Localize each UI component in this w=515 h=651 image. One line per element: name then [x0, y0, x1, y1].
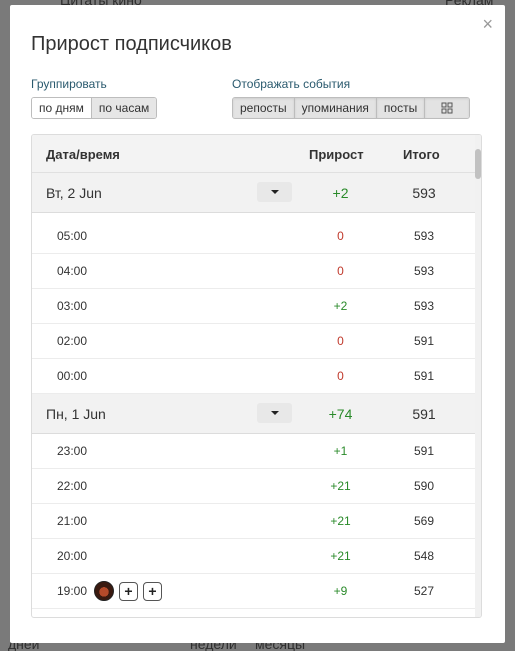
table-row: 21:00 +21 569 — [32, 504, 477, 539]
header-delta: Прирост — [309, 147, 364, 162]
mentions-button[interactable]: упоминания — [294, 98, 377, 118]
grid-icon — [441, 102, 453, 114]
row-total: 590 — [413, 479, 435, 493]
row-total: 548 — [413, 549, 435, 563]
day-total: 591 — [412, 405, 436, 422]
table-row: 02:00 0 591 — [32, 324, 477, 359]
expand-dropdown[interactable] — [257, 403, 292, 423]
close-icon[interactable]: × — [482, 15, 493, 33]
header-date: Дата/время — [46, 147, 120, 162]
row-total: 593 — [413, 229, 435, 243]
scrollbar-thumb[interactable] — [475, 149, 481, 179]
row-delta: 0 — [337, 264, 344, 278]
row-time: 20:00 — [57, 549, 88, 563]
group-by-day-button[interactable]: по дням — [32, 98, 92, 118]
row-total: 527 — [413, 584, 435, 598]
row-time: 19:00 — [57, 584, 88, 598]
table-body: Вт, 2 Jun +2 593 05:00 0 593 04:00 0 593… — [32, 173, 477, 609]
plus-icon[interactable]: + — [119, 581, 138, 601]
event-icons: + + — [94, 581, 162, 601]
row-delta: +21 — [330, 479, 351, 493]
events-toggle: репосты упоминания посты — [232, 97, 471, 119]
day-delta: +74 — [328, 405, 353, 422]
events-label: Отображать события — [232, 77, 351, 91]
subscriber-growth-modal: × Прирост подписчиков Группировать по дн… — [10, 5, 505, 643]
row-delta: 0 — [337, 369, 344, 383]
row-time: 04:00 — [57, 264, 88, 278]
day-date: Вт, 2 Jun — [46, 184, 102, 201]
table-row: 03:00 +2 593 — [32, 289, 477, 324]
row-total: 593 — [413, 299, 435, 313]
row-delta: +9 — [333, 584, 348, 598]
day-row[interactable]: Пн, 1 Jun +74 591 — [32, 394, 477, 434]
modal-title: Прирост подписчиков — [31, 33, 232, 55]
row-time: 00:00 — [57, 369, 88, 383]
day-delta: +2 — [332, 184, 349, 201]
reposts-button[interactable]: репосты — [233, 98, 295, 118]
day-total: 593 — [412, 184, 436, 201]
row-total: 593 — [413, 264, 435, 278]
chevron-down-icon — [270, 190, 279, 194]
table-header: Дата/время Прирост Итого — [32, 135, 481, 173]
row-delta: 0 — [337, 229, 344, 243]
grid-button[interactable] — [425, 98, 470, 118]
row-time: 23:00 — [57, 444, 88, 458]
table-row: 20:00 +21 548 — [32, 539, 477, 574]
row-time: 02:00 — [57, 334, 88, 348]
row-total: 591 — [413, 444, 435, 458]
scrollbar[interactable] — [475, 135, 481, 617]
day-row[interactable]: Вт, 2 Jun +2 593 — [32, 173, 477, 213]
posts-button[interactable]: посты — [376, 98, 426, 118]
row-time: 22:00 — [57, 479, 88, 493]
row-time: 05:00 — [57, 229, 88, 243]
growth-table: Дата/время Прирост Итого Вт, 2 Jun +2 59… — [31, 134, 482, 618]
plus-icon[interactable]: + — [143, 581, 162, 601]
row-delta: +2 — [333, 299, 348, 313]
row-time: 03:00 — [57, 299, 88, 313]
table-row: 22:00 +21 590 — [32, 469, 477, 504]
table-row: 00:00 0 591 — [32, 359, 477, 394]
table-row: 05:00 0 593 — [32, 219, 477, 254]
row-total: 591 — [413, 334, 435, 348]
row-delta: +21 — [330, 514, 351, 528]
header-total: Итого — [403, 147, 440, 162]
table-row: 19:00 + + +9 527 — [32, 574, 477, 609]
group-by-hour-button[interactable]: по часам — [91, 98, 157, 118]
day-date: Пн, 1 Jun — [46, 405, 106, 422]
grouping-toggle: по дням по часам — [31, 97, 158, 119]
chevron-down-icon — [270, 411, 279, 415]
grouping-label: Группировать — [31, 77, 107, 91]
row-delta: +1 — [333, 444, 348, 458]
avatar[interactable] — [94, 581, 114, 601]
row-total: 569 — [413, 514, 435, 528]
table-row: 04:00 0 593 — [32, 254, 477, 289]
table-row: 23:00 +1 591 — [32, 434, 477, 469]
row-delta: 0 — [337, 334, 344, 348]
row-time: 21:00 — [57, 514, 88, 528]
row-total: 591 — [413, 369, 435, 383]
expand-dropdown[interactable] — [257, 182, 292, 202]
row-delta: +21 — [330, 549, 351, 563]
